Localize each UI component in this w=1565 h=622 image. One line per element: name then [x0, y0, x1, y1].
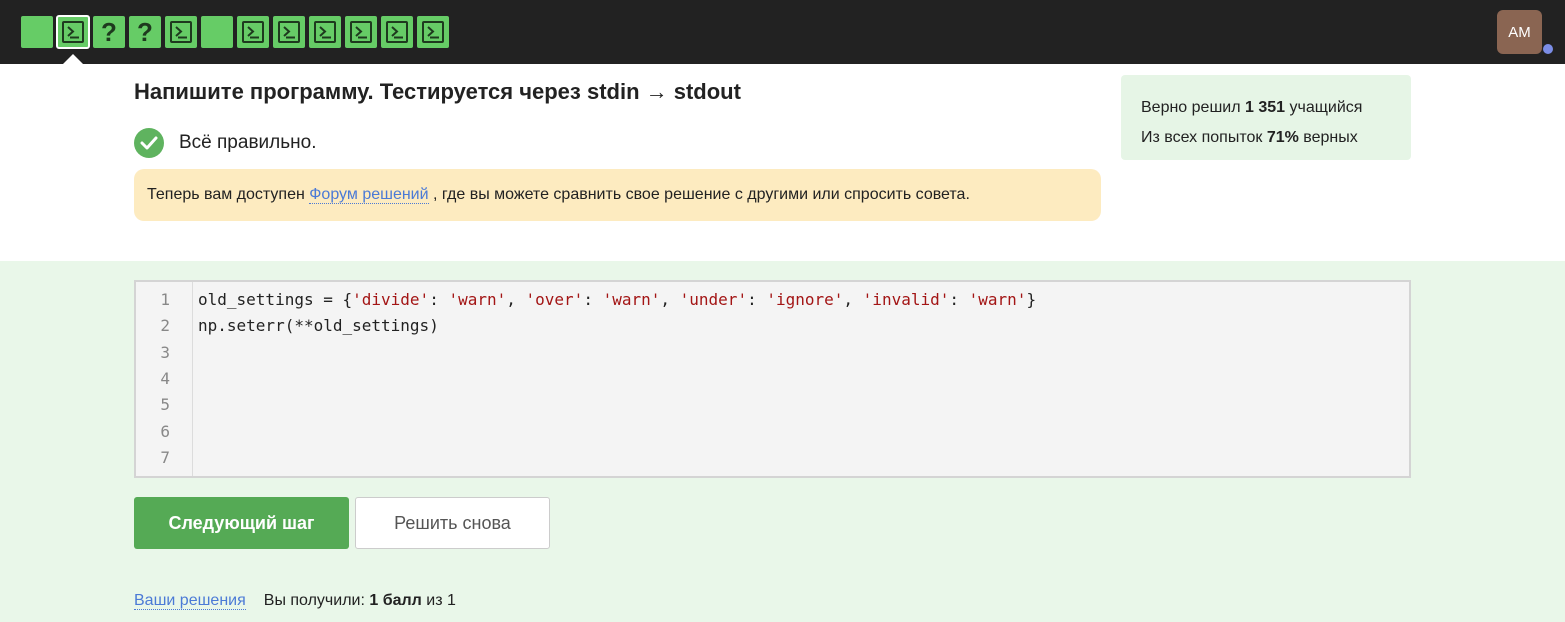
attempts-prefix: Из всех попыток [1141, 129, 1267, 146]
notification-dot [1543, 44, 1553, 54]
solved-prefix: Верно решил [1141, 99, 1245, 116]
step-2[interactable] [56, 15, 90, 49]
attempts-suffix: верных [1298, 129, 1358, 146]
notice-text-after: , где вы можете сравнить свое решение с … [428, 186, 970, 203]
terminal-icon [422, 21, 444, 43]
status-row: Всё правильно. [134, 128, 316, 158]
status-text: Всё правильно. [179, 132, 317, 153]
code-string: 'under' [679, 290, 748, 309]
check-icon [134, 128, 164, 158]
line-number: 7 [160, 447, 170, 467]
terminal-icon [170, 21, 192, 43]
line-number: 2 [160, 316, 170, 336]
notice-text-before: Теперь вам доступен [147, 186, 310, 203]
code-token: } [1026, 290, 1037, 309]
line-number: 3 [160, 342, 170, 362]
line-number: 1 [160, 290, 170, 309]
code-token: : [747, 290, 767, 309]
stats-panel: Верно решил 1 351 учащийся Из всех попыт… [1121, 75, 1411, 160]
page-title: Напишите программу. Тестируется через st… [134, 79, 741, 104]
step-9[interactable] [309, 16, 341, 48]
code-token: : [429, 290, 449, 309]
code-token: , [660, 290, 680, 309]
step-10[interactable] [345, 16, 377, 48]
line-number: 5 [160, 395, 170, 415]
code-token: : [949, 290, 969, 309]
code-token: np.seterr(**old_settings) [198, 316, 439, 336]
code-string: 'over' [525, 290, 584, 309]
question-icon: ? [137, 17, 153, 47]
solved-stat: Верно решил 1 351 учащийся [1141, 93, 1391, 123]
terminal-icon [314, 21, 336, 43]
solved-suffix: учащийся [1285, 99, 1363, 116]
line-number-gutter: 1 2 3 4 5 6 7 [136, 282, 193, 476]
step-11[interactable] [381, 16, 413, 48]
step-4[interactable]: ? [129, 16, 161, 48]
score-value: 1 балл [369, 592, 422, 609]
attempts-stat: Из всех попыток 71% верных [1141, 123, 1391, 153]
score-suffix: из 1 [421, 592, 456, 609]
step-5[interactable] [165, 16, 197, 48]
forum-notice: Теперь вам доступен Форум решений , где … [134, 169, 1101, 221]
your-solutions-link[interactable]: Ваши решения [134, 592, 246, 610]
code-string: 'warn' [968, 290, 1027, 309]
forum-link[interactable]: Форум решений [309, 186, 429, 204]
code-string: 'divide' [352, 290, 430, 309]
code-string: 'invalid' [862, 290, 950, 309]
footer-score: Ваши решения Вы получили: 1 балл из 1 [134, 592, 456, 610]
code-line: np.seterr(**old_settings) [198, 316, 439, 335]
solve-again-button[interactable]: Решить снова [355, 497, 550, 549]
step-3[interactable]: ? [93, 16, 125, 48]
code-token: : [583, 290, 603, 309]
code-token: old_settings = { [198, 290, 353, 309]
step-6[interactable] [201, 16, 233, 48]
terminal-icon [278, 21, 300, 43]
question-icon: ? [101, 17, 117, 47]
attempts-percent: 71% [1266, 129, 1299, 146]
solved-count: 1 351 [1245, 99, 1286, 116]
terminal-icon [242, 21, 264, 43]
score-prefix: Вы получили: [263, 592, 370, 609]
current-step-pointer [63, 54, 83, 64]
code-token: , [843, 290, 863, 309]
code-editor[interactable]: 1 2 3 4 5 6 7 old_settings = {'divide': 'warn'… [134, 280, 1411, 478]
avatar[interactable]: AM [1497, 10, 1542, 54]
code-token: , [506, 290, 526, 309]
avatar-initials: AM [1508, 23, 1531, 41]
next-step-button[interactable]: Следующий шаг [134, 497, 349, 549]
code-line: old_settings = {'divide': 'warn', 'over'… [198, 290, 1036, 309]
code-string: 'warn' [448, 290, 507, 309]
terminal-icon [386, 21, 408, 43]
line-number: 4 [160, 368, 170, 388]
step-8[interactable] [273, 16, 305, 48]
terminal-icon [350, 21, 372, 43]
code-string: 'ignore' [766, 290, 844, 309]
step-1[interactable] [21, 16, 53, 48]
terminal-icon [62, 21, 84, 43]
step-navigation: ?? [21, 15, 449, 49]
top-bar: ?? AM [0, 0, 1565, 64]
code-string: 'warn' [602, 290, 661, 309]
step-7[interactable] [237, 16, 269, 48]
step-12[interactable] [417, 16, 449, 48]
line-number: 6 [160, 421, 170, 441]
